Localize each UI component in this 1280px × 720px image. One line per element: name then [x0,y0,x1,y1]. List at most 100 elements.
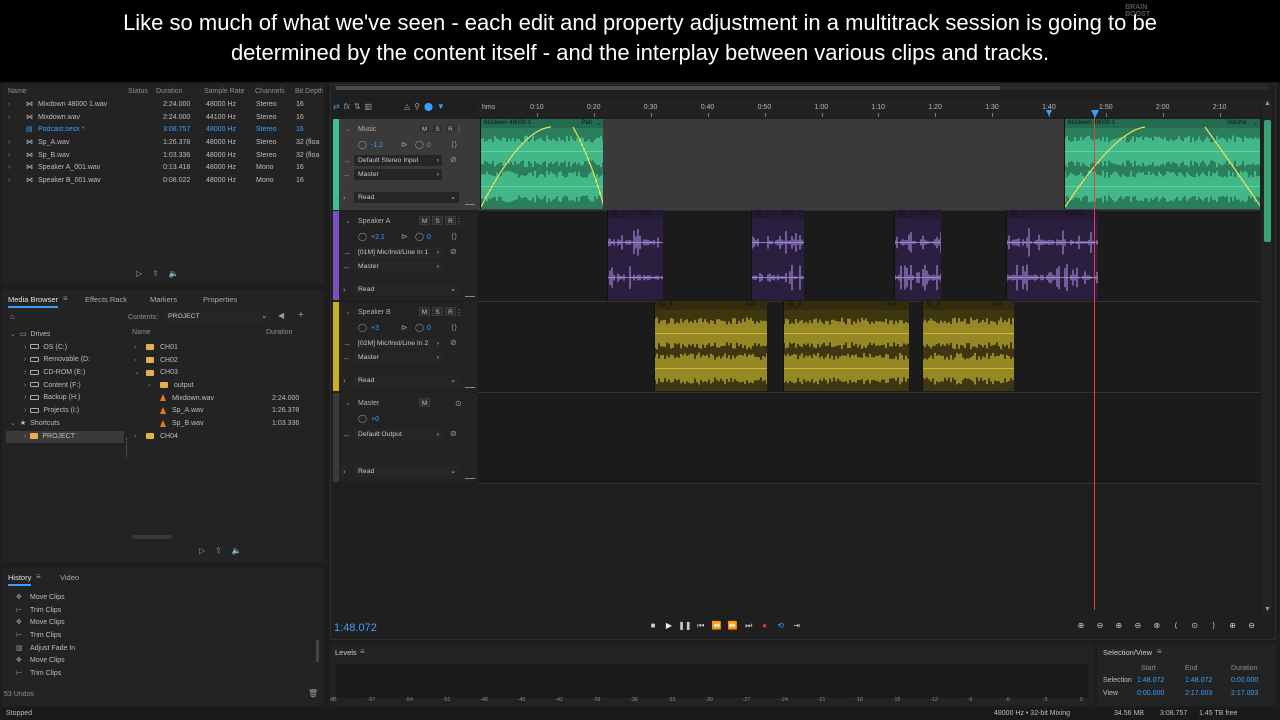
media-list-item[interactable]: ⌄ CH03 [130,367,324,380]
pause-icon[interactable]: ❚❚ [678,621,692,630]
play-button-icon[interactable]: ▶ [662,621,676,630]
current-time[interactable]: 1:48.072 [334,622,377,634]
solo-button[interactable]: S [432,124,443,133]
file-row[interactable]: › ⋈ Speaker A_001.wav 0:13.418 48000 Hz Mono 1… [2,162,324,175]
expand-arrow-icon[interactable]: ⌄ [10,420,16,427]
expand-arrow-icon[interactable]: › [148,380,154,393]
expand-arrow-icon[interactable]: › [24,407,26,414]
output-dropdown[interactable]: Master › [354,352,442,363]
history-item[interactable]: ✥ Move Clips [16,655,316,668]
fx-power-icon[interactable]: ⊘ [450,338,457,347]
media-list-item[interactable]: › output [130,380,324,393]
play-icon[interactable]: ▷ [199,546,205,555]
expand-arrow-icon[interactable]: › [24,356,26,363]
collapse-arrow-icon[interactable]: ⌄ [345,125,351,133]
export-icon[interactable]: ⇪ [215,546,222,555]
output-icon[interactable]: ⊙ [455,399,462,408]
media-list-item[interactable]: Mixdown.wav 2:24.000 [130,393,324,406]
fade-curve[interactable] [481,119,603,209]
rewind-icon[interactable]: ⏪ [710,621,724,630]
link-icon[interactable]: ⇄ [333,102,340,111]
file-row[interactable]: › ⋈ Sp_A.wav 1:26.378 48000 Hz Stereo 32 (floa [2,137,324,150]
history-item[interactable]: ✥ Move Clips [16,617,316,630]
tab-properties[interactable]: Properties [203,295,237,304]
expand-arrow-icon[interactable]: › [134,355,140,368]
monitor-icon[interactable]: ⋮ [455,125,463,134]
fast-forward-icon[interactable]: ⏩ [726,621,740,630]
skip-icon[interactable]: ⬤ [424,102,433,111]
automation-mode-dropdown[interactable]: Read ⌄ [354,192,459,203]
automation-mode-dropdown[interactable]: Read ⌄ [354,466,459,477]
view-duration[interactable]: 2:17.003 [1231,690,1258,697]
expand-arrow-icon[interactable]: › [24,394,26,401]
media-list-item[interactable]: › CH01 [130,342,324,355]
clip-fx-label[interactable]: Pan [919,211,930,217]
expand-arrow-icon[interactable]: › [8,99,10,112]
expand-arrow-icon[interactable]: › [24,344,26,351]
tree-item[interactable]: ⌄ ★ Shortcuts [6,418,124,431]
chevron-down-icon[interactable]: ⌄ [902,302,907,309]
back-arrow-icon[interactable]: ◀ [278,311,284,320]
selection-duration[interactable]: 0:00.000 [1231,677,1258,684]
history-item[interactable]: ⊢ Trim Clips [16,605,316,618]
scroll-down-icon[interactable]: ▼ [1264,606,1271,613]
fx-power-icon[interactable]: ⊘ [450,155,457,164]
expand-arrow-icon[interactable]: ⌄ [134,367,140,380]
zoom-out-amplitude-icon[interactable]: ⊖ [1093,621,1107,630]
media-list-item[interactable]: › CH02 [130,355,324,368]
history-item[interactable]: ▨ Adjust Fade In [16,643,316,656]
export-icon[interactable]: ⇪ [152,269,159,278]
audio-clip[interactable]: Sp_B Pan ⌄ [783,301,909,391]
track-volume[interactable]: +0 [371,416,379,423]
panel-menu-icon[interactable]: ≡ [1157,647,1162,656]
file-row[interactable]: › ⋈ Mixdown 48000 1.wav 2:24.000 48000 Hz Ste… [2,99,324,112]
selection-start[interactable]: 1:48.072 [1137,677,1164,684]
expand-arrow-icon[interactable]: › [24,369,26,376]
clip-fx-label[interactable]: Pan [782,211,793,217]
phase-icon[interactable]: ⟨⟩ [451,323,457,332]
col-bit-depth[interactable]: Bit Depth [295,88,323,95]
playhead-icon[interactable]: ▼ [437,102,445,111]
play-icon[interactable]: ▷ [136,269,142,278]
volume-knob-icon[interactable]: ◯ [358,232,367,241]
tree-item[interactable]: › OS (C:) [6,342,124,355]
expand-arrow-icon[interactable]: › [8,150,10,163]
col-channels[interactable]: Channels [255,88,285,95]
expand-automation-icon[interactable]: › [343,193,346,202]
expand-automation-icon[interactable]: › [343,285,346,294]
skip-forward-icon[interactable]: ⏭ [742,621,756,631]
track-name[interactable]: Speaker A [358,218,390,225]
mute-button[interactable]: M [419,398,430,407]
selection-end[interactable]: 1:48.072 [1185,677,1212,684]
pan-knob-icon[interactable]: ◯ [415,140,424,149]
pan-knob-icon[interactable]: ◯ [415,232,424,241]
expand-arrow-icon[interactable]: › [8,162,10,175]
tab-history[interactable]: History [8,573,32,586]
file-row[interactable]: › ⋈ Mixdown.wav 2:24.000 44100 Hz Stereo 16 [2,112,324,125]
tree-divider[interactable] [126,438,128,458]
track-pan[interactable]: 0 [427,325,431,332]
chevron-down-icon[interactable]: ⌄ [1007,302,1012,309]
snap-icon[interactable]: ⚲ [414,102,420,111]
track-volume[interactable]: +2.1 [371,234,385,241]
track-pan[interactable]: 0 [427,234,431,241]
file-row[interactable]: ▤ Podcast.sesx * 3:08.757 48000 Hz Stereo 16 [2,124,324,137]
col-name[interactable]: Name [8,88,27,95]
audio-clip[interactable]: Sp_AVolume⌄ [1006,210,1098,300]
expand-automation-icon[interactable]: › [343,376,346,385]
zoom-in-amplitude-icon[interactable]: ⊕ [1074,621,1088,630]
list-col-duration[interactable]: Duration [266,329,292,336]
output-dropdown[interactable]: Master › [354,261,442,272]
col-sample-rate[interactable]: Sample Rate [204,88,244,95]
chevron-down-icon[interactable]: ⌄ [797,211,802,218]
audio-clip[interactable]: Sp_A Pan ⌄ [607,210,663,300]
levels-title[interactable]: Levels [335,648,357,657]
media-hscroll[interactable] [132,535,172,539]
collapse-arrow-icon[interactable]: ⌄ [345,308,351,316]
volume-knob-icon[interactable]: ◯ [358,140,367,149]
stereo-icon[interactable]: ⊳ [401,232,408,241]
mute-all-icon[interactable]: ◬ [404,102,410,111]
record-icon[interactable]: ● [758,621,772,630]
selection-view-title[interactable]: Selection/View [1103,648,1152,657]
expand-arrow-icon[interactable]: › [8,175,10,188]
